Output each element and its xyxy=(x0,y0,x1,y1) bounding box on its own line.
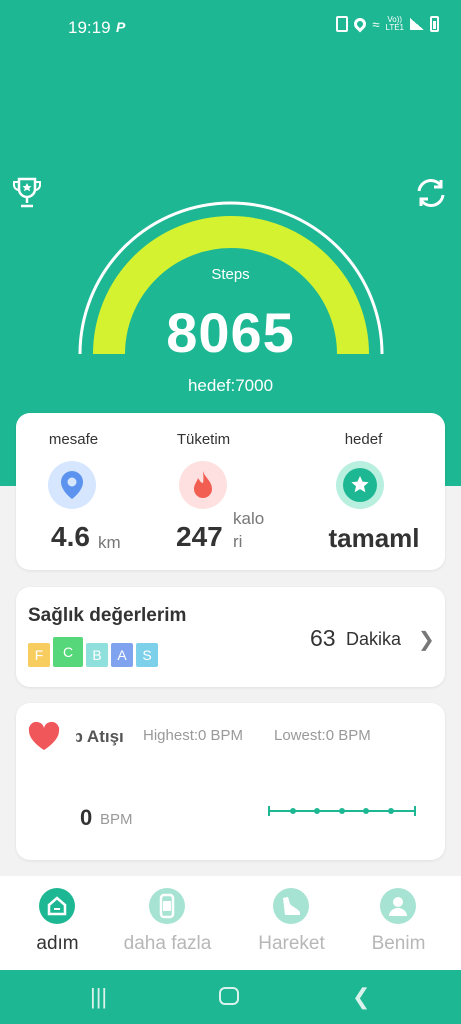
location-icon xyxy=(48,461,96,509)
status-time: 19:19 xyxy=(68,18,111,37)
location-status-icon xyxy=(351,15,369,33)
goal-stat: hedef tamaml xyxy=(302,413,445,570)
grade-badge-c: C xyxy=(53,637,83,667)
nav-label-benim: Benim xyxy=(371,933,426,954)
goal-value: tamaml xyxy=(328,523,420,553)
calories-title: Tüketim xyxy=(176,431,231,448)
home-button-icon[interactable] xyxy=(219,987,239,1005)
volte-icon: Vo)) LTE1 xyxy=(385,15,404,32)
bottom-nav: adım daha fazla Hareket Benim xyxy=(0,876,461,970)
status-bar: 19:19 P ≈ Vo)) LTE1 xyxy=(0,0,461,56)
heart-rate-card[interactable]: Kalp Atışı Highest:0 BPM Lowest:0 BPM 0 … xyxy=(16,703,445,860)
signal-icon xyxy=(410,18,424,30)
person-icon xyxy=(380,888,416,924)
nav-item-adim[interactable]: adım xyxy=(0,876,115,970)
health-minutes: 63 xyxy=(310,625,336,651)
system-nav-bar: ||| ❮ xyxy=(0,970,461,1024)
shoe-icon xyxy=(273,888,309,924)
health-unit: Dakika xyxy=(346,629,402,649)
heart-rate-lowest: Lowest:0 BPM xyxy=(274,727,371,744)
wifi-icon: ≈ xyxy=(372,16,380,32)
back-icon[interactable]: ❮ xyxy=(352,984,370,1010)
calories-stat: Tüketim 247 kalo ri xyxy=(159,413,302,570)
star-icon xyxy=(336,461,384,509)
calories-unit-line1: kalo xyxy=(233,509,265,528)
heart-rate-title-text: Kalp Atışı xyxy=(76,727,124,746)
grade-badge-f: F xyxy=(28,643,50,667)
goal-title: hedef xyxy=(344,431,383,448)
nav-item-hareket[interactable]: Hareket xyxy=(234,876,349,970)
grade-badge-a: A xyxy=(111,643,133,667)
calories-unit-line2: ri xyxy=(233,532,243,551)
heart-rate-chart xyxy=(268,806,416,816)
health-values-card[interactable]: Sağlık değerlerim F C B A S 63 Dakika ❯ xyxy=(16,587,445,687)
heart-rate-value: 0 xyxy=(80,805,93,830)
grade-badge-b: B xyxy=(86,643,108,667)
nav-label-adim: adım xyxy=(36,933,79,954)
distance-value: 4.6 xyxy=(51,521,90,552)
heart-rate-title: Kalp Atışı xyxy=(76,727,132,747)
chevron-right-icon[interactable]: ❯ xyxy=(418,627,435,652)
daily-stats-card[interactable]: mesafe 4.6 km Tüketim 247 kalo ri hedef xyxy=(16,413,445,570)
health-grade-badges: F C B A S xyxy=(28,637,158,667)
heart-rate-unit: BPM xyxy=(100,811,133,828)
battery-icon xyxy=(430,16,439,32)
steps-label: Steps xyxy=(211,266,250,283)
steps-goal: hedef:7000 xyxy=(187,376,274,395)
carrier-icon: P xyxy=(116,19,126,35)
distance-unit: km xyxy=(98,533,121,552)
lock-icon xyxy=(336,16,349,32)
heart-rate-highest: Highest:0 BPM xyxy=(143,727,244,744)
calories-value: 247 xyxy=(176,521,223,552)
flame-icon xyxy=(179,461,227,509)
trophy-icon[interactable] xyxy=(12,176,42,215)
home-icon xyxy=(39,888,75,924)
status-icons: ≈ Vo)) LTE1 xyxy=(336,15,439,33)
watch-icon xyxy=(149,888,185,924)
recent-apps-icon[interactable]: ||| xyxy=(90,984,107,1010)
steps-value: 8065 xyxy=(166,301,295,364)
nav-item-benim[interactable]: Benim xyxy=(341,876,456,970)
heart-icon xyxy=(26,721,62,758)
nav-label-hareket: Hareket xyxy=(258,933,325,954)
nav-item-daha-fazla[interactable]: daha fazla xyxy=(110,876,225,970)
grade-badge-s: S xyxy=(136,643,158,667)
distance-title: mesafe xyxy=(48,431,99,448)
sync-icon[interactable] xyxy=(414,176,448,215)
health-title: Sağlık değerlerim xyxy=(28,605,187,626)
nav-label-daha-fazla: daha fazla xyxy=(123,933,212,954)
